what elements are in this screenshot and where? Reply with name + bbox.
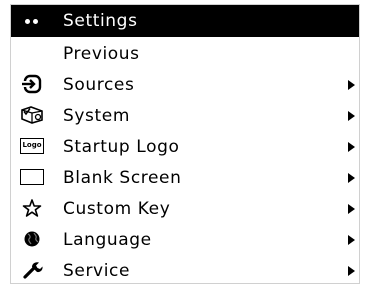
menu-item-startup-logo[interactable]: Logo Startup Logo <box>11 131 359 162</box>
menu-item-custom-key[interactable]: Custom Key <box>11 193 359 224</box>
globe-icon <box>19 229 45 249</box>
wrench-icon <box>19 260 45 280</box>
menu-item-label: Language <box>63 230 152 250</box>
chevron-right-icon <box>348 204 355 214</box>
menu-item-label: Sources <box>63 75 135 95</box>
system-icon <box>19 105 45 125</box>
chevron-right-icon <box>348 266 355 276</box>
menu-item-label: Startup Logo <box>63 137 180 157</box>
chevron-right-icon <box>348 111 355 121</box>
menu-item-service[interactable]: Service <box>11 255 359 286</box>
logo-icon: Logo <box>19 136 45 156</box>
dots-icon <box>25 19 43 25</box>
menu-item-language[interactable]: Language <box>11 224 359 255</box>
menu-item-label: Previous <box>63 44 140 64</box>
chevron-right-icon <box>348 173 355 183</box>
settings-menu: Settings Previous Sources System Logo St… <box>10 4 360 284</box>
star-icon <box>19 198 45 218</box>
menu-title: Settings <box>63 11 138 31</box>
menu-item-label: System <box>63 106 130 126</box>
chevron-right-icon <box>348 142 355 152</box>
menu-item-sources[interactable]: Sources <box>11 69 359 100</box>
menu-item-label: Custom Key <box>63 199 171 219</box>
chevron-right-icon <box>348 235 355 245</box>
chevron-right-icon <box>348 80 355 90</box>
logo-icon-text: Logo <box>20 138 44 154</box>
input-source-icon <box>19 74 45 94</box>
menu-item-label: Service <box>63 261 131 281</box>
menu-header: Settings <box>11 5 359 37</box>
menu-item-previous[interactable]: Previous <box>11 38 359 69</box>
menu-item-system[interactable]: System <box>11 100 359 131</box>
blank-screen-icon <box>19 167 45 187</box>
menu-item-blank-screen[interactable]: Blank Screen <box>11 162 359 193</box>
menu-item-label: Blank Screen <box>63 168 182 188</box>
